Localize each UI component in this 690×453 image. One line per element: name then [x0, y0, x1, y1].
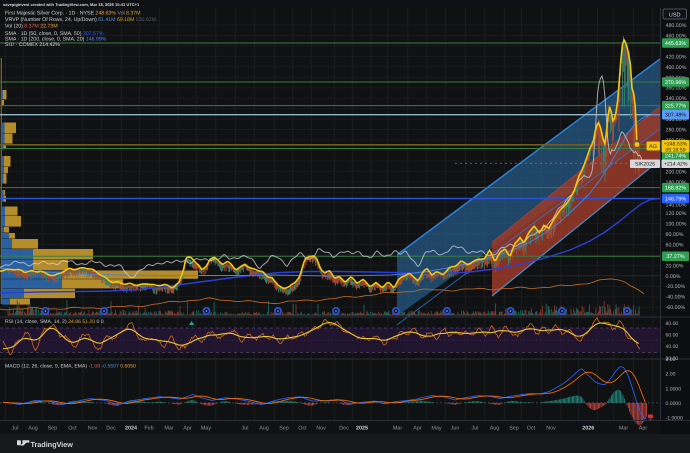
svg-text:3.00: 3.00 — [666, 357, 676, 363]
svg-text:Nov: Nov — [316, 426, 326, 432]
svg-text:Apr: Apr — [183, 426, 192, 432]
svg-text:168.82%: 168.82% — [665, 186, 686, 192]
svg-text:Apr: Apr — [413, 426, 422, 432]
svg-text:Jul: Jul — [472, 426, 479, 432]
svg-text:Mar: Mar — [393, 426, 402, 432]
svg-text:MACD (12, 26, close, 9, EMA, E: MACD (12, 26, close, 9, EMA, EMA) -1.08 … — [5, 363, 136, 369]
svg-text:-40.00%: -40.00% — [666, 295, 686, 301]
svg-text:60.00: 60.00 — [666, 332, 679, 338]
svg-text:VRVP (Number Of Rows, 24, Up/D: VRVP (Number Of Rows, 24, Up/Down) 61.41… — [5, 17, 156, 23]
svg-text:USD: USD — [669, 12, 681, 18]
svg-text:Dec: Dec — [106, 426, 116, 432]
svg-text:05:18:59: 05:18:59 — [665, 147, 685, 153]
svg-text:May: May — [431, 426, 441, 432]
svg-text:-20.00%: -20.00% — [666, 284, 686, 290]
svg-text:370.96%: 370.96% — [665, 80, 686, 86]
svg-text:Jul: Jul — [242, 426, 249, 432]
svg-text:400.00%: 400.00% — [666, 65, 687, 71]
svg-text:Sep: Sep — [48, 426, 58, 432]
svg-text:Vol (20) 8.37M 22.73M: Vol (20) 8.37M 22.73M — [5, 23, 58, 29]
svg-text:280.00%: 280.00% — [666, 128, 687, 134]
svg-text:241.74%: 241.74% — [665, 154, 686, 160]
svg-text:60.00%: 60.00% — [666, 243, 684, 249]
svg-text:TradingView: TradingView — [31, 440, 74, 449]
svg-text:20.00%: 20.00% — [666, 263, 684, 269]
svg-text:146.79%: 146.79% — [665, 196, 686, 202]
svg-text:Jun: Jun — [451, 426, 460, 432]
svg-text:-1.0000: -1.0000 — [666, 416, 683, 422]
svg-text:SI1! · COMEX 214.42%: SI1! · COMEX 214.42% — [5, 42, 60, 48]
svg-text:80.00: 80.00 — [666, 321, 679, 327]
svg-text:37.27%: 37.27% — [666, 254, 684, 260]
svg-text:2.00: 2.00 — [666, 372, 676, 378]
svg-text:2026: 2026 — [582, 426, 594, 432]
svg-text:2024: 2024 — [125, 426, 137, 432]
svg-text:100.00%: 100.00% — [666, 222, 687, 228]
svg-text:307.48%: 307.48% — [665, 113, 686, 119]
svg-text:+214.42%: +214.42% — [664, 162, 688, 168]
svg-text:120.00%: 120.00% — [666, 211, 687, 217]
svg-text:2025: 2025 — [356, 426, 368, 432]
svg-text:Oct: Oct — [527, 426, 536, 432]
svg-text:200.00%: 200.00% — [666, 169, 687, 175]
svg-text:Sep: Sep — [279, 426, 289, 432]
svg-text:May: May — [201, 426, 211, 432]
svg-text:Jul: Jul — [12, 426, 19, 432]
svg-text:Aug: Aug — [259, 426, 269, 432]
svg-text:480.00%: 480.00% — [666, 23, 687, 29]
svg-text:Aug: Aug — [28, 426, 38, 432]
svg-text:0.0000: 0.0000 — [666, 401, 682, 407]
svg-text:80.00%: 80.00% — [666, 232, 684, 238]
svg-text:0.00%: 0.00% — [666, 274, 681, 280]
svg-text:140.00%: 140.00% — [666, 203, 687, 209]
svg-text:Mar: Mar — [619, 426, 628, 432]
svg-text:1.0000: 1.0000 — [666, 386, 682, 392]
svg-text:SIK2026: SIK2026 — [635, 162, 655, 168]
svg-text:Feb: Feb — [144, 426, 153, 432]
svg-text:RSI (14, close, SMA, 14, 2) 34: RSI (14, close, SMA, 14, 2) 34.86 51.20 … — [5, 319, 104, 325]
svg-text:Oct: Oct — [298, 426, 307, 432]
svg-text:420.00%: 420.00% — [666, 54, 687, 60]
svg-text:Oct: Oct — [68, 426, 77, 432]
svg-text:40.00: 40.00 — [666, 344, 679, 350]
svg-text:445.63%: 445.63% — [665, 41, 686, 47]
svg-text:Mar: Mar — [164, 426, 173, 432]
svg-text:Nov: Nov — [88, 426, 98, 432]
svg-text:Apr: Apr — [639, 426, 648, 432]
svg-text:savepiginvest created with Tra: savepiginvest created with TradingView.c… — [3, 2, 140, 7]
svg-text:Sep: Sep — [509, 426, 519, 432]
svg-text:First Majestic Silver Corp. ·: First Majestic Silver Corp. · 1D · NYSE … — [5, 11, 141, 17]
svg-text:Aug: Aug — [490, 426, 500, 432]
svg-text:Dec: Dec — [339, 426, 349, 432]
svg-text:AG: AG — [649, 144, 657, 150]
svg-text:-60.00%: -60.00% — [666, 305, 686, 311]
svg-text:325.77%: 325.77% — [665, 104, 686, 110]
svg-text:Nov: Nov — [546, 426, 556, 432]
